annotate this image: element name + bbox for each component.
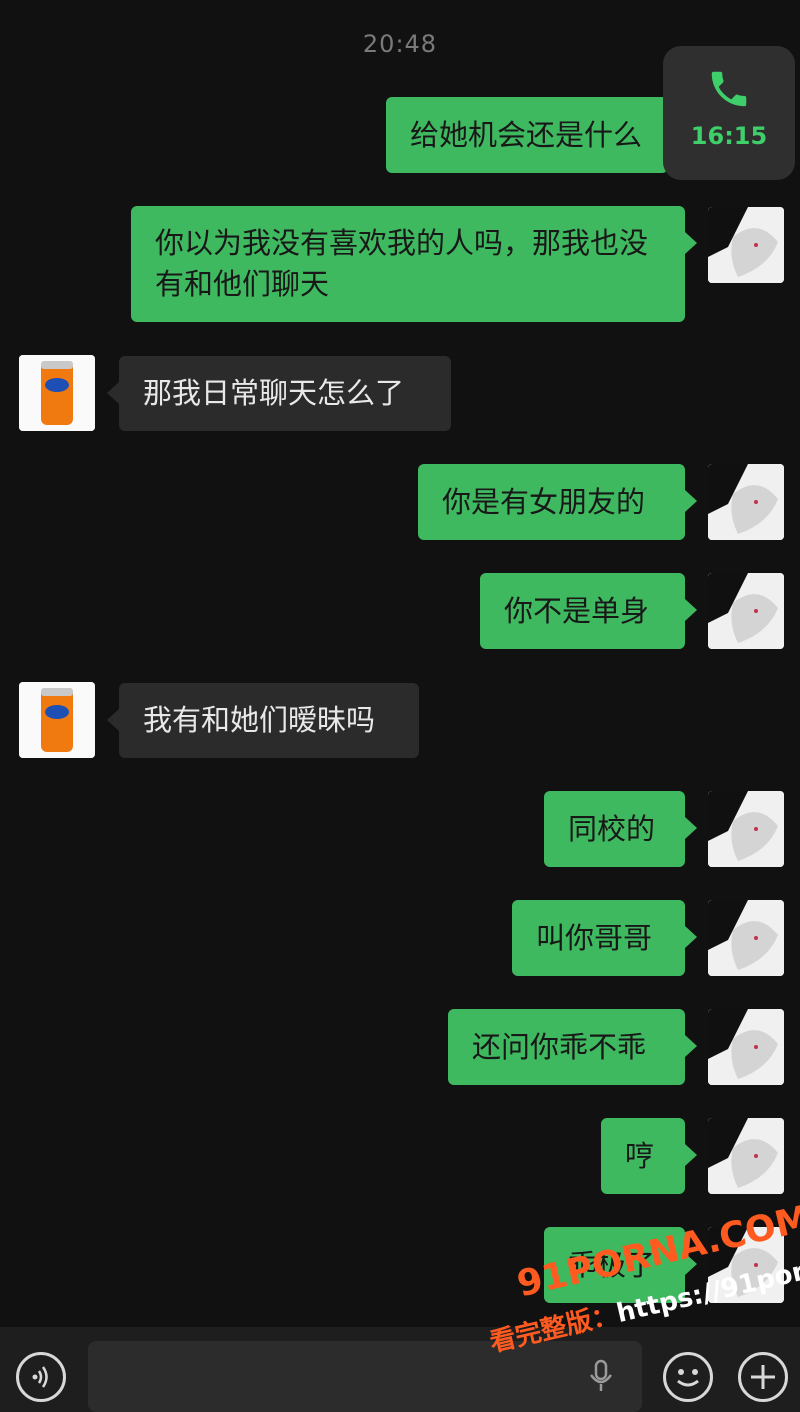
message-bubble[interactable]: 你是有女朋友的 [418, 464, 697, 540]
message-bubble[interactable]: 给她机会还是什么 [386, 97, 680, 173]
contact-avatar[interactable] [19, 682, 95, 758]
message-bubble[interactable]: 同校的 [544, 791, 697, 867]
message-text: 还问你乖不乖 [472, 1029, 647, 1064]
my-avatar[interactable] [708, 1118, 784, 1194]
my-avatar[interactable] [708, 900, 784, 976]
message-bubble[interactable]: 你不是单身 [480, 573, 697, 649]
message-bubble[interactable]: 还问你乖不乖 [448, 1009, 697, 1085]
my-avatar[interactable] [708, 464, 784, 540]
message-bubble[interactable]: 哼 [601, 1118, 697, 1194]
message-text: 同校的 [568, 811, 656, 846]
my-avatar[interactable] [708, 791, 784, 867]
more-options-button[interactable] [738, 1352, 788, 1402]
voice-toggle-button[interactable] [16, 1352, 66, 1402]
message-text: 你是有女朋友的 [442, 484, 646, 519]
message-text: 你以为我没有喜欢我的人吗，那我也没有和他们聊天 [155, 226, 649, 301]
floating-call-window[interactable]: 16:15 [663, 46, 795, 180]
contact-avatar[interactable] [19, 355, 95, 431]
message-text: 哼 [625, 1138, 655, 1173]
message-text: 我有和她们暧昧吗 [143, 703, 376, 737]
phone-icon [711, 71, 747, 107]
my-avatar[interactable] [708, 207, 784, 283]
plus-icon [751, 1365, 775, 1389]
call-duration: 16:15 [690, 122, 768, 150]
message-text: 那我日常聊天怎么了 [143, 376, 405, 410]
message-bubble[interactable]: 叫你哥哥 [512, 900, 697, 976]
message-bubble[interactable]: 那我日常聊天怎么了 [107, 356, 451, 431]
message-text: 你不是单身 [504, 593, 650, 628]
my-avatar[interactable] [708, 573, 784, 649]
my-avatar[interactable] [708, 1009, 784, 1085]
message-text: 叫你哥哥 [536, 920, 653, 955]
message-bubble[interactable]: 我有和她们暧昧吗 [107, 683, 419, 758]
voice-icon [32, 1366, 48, 1388]
message-text: 给她机会还是什么 [410, 117, 643, 152]
message-bubble[interactable]: 你以为我没有喜欢我的人吗，那我也没有和他们聊天 [131, 206, 697, 322]
